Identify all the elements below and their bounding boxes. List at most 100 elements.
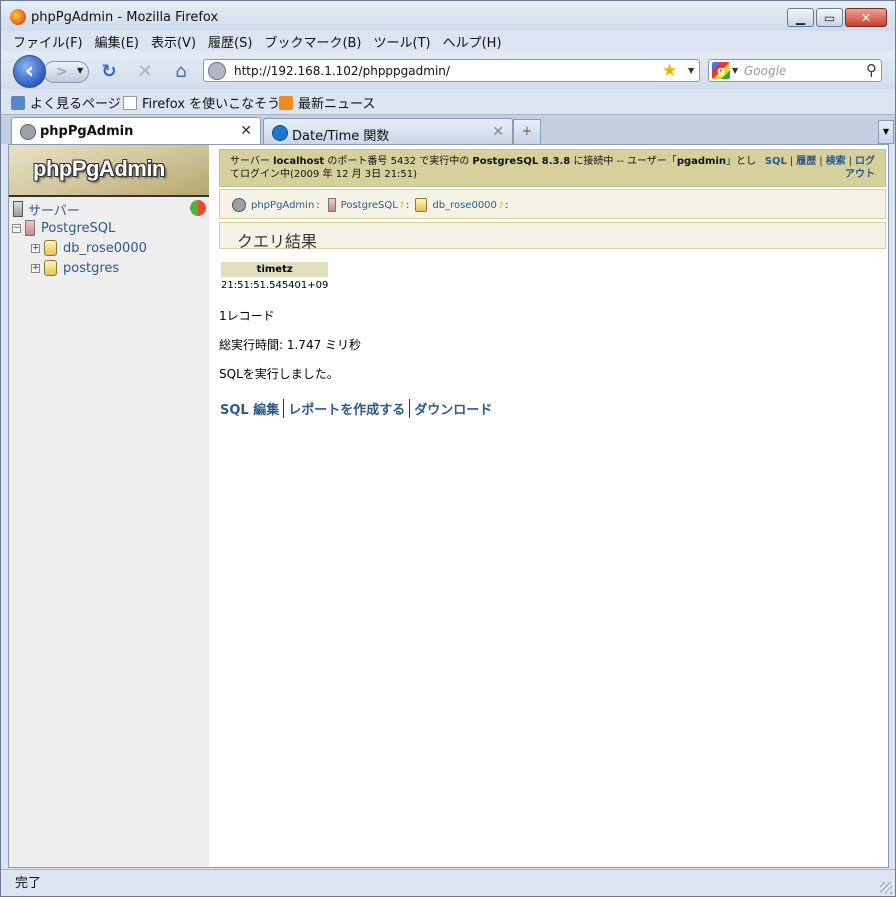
history-dropdown-icon[interactable]: ▼ xyxy=(77,66,83,75)
forward-button[interactable]: > ▼ xyxy=(43,61,89,83)
connection-info-bar: サーバー localhost のポート番号 5432 で実行中の Postgre… xyxy=(219,149,886,187)
history-link[interactable]: 履歴 xyxy=(796,156,816,167)
sql-link[interactable]: SQL xyxy=(765,156,787,167)
maximize-button[interactable]: ▭ xyxy=(816,8,843,27)
info-product: PostgreSQL 8.3.8 xyxy=(472,156,571,167)
status-text: 完了 xyxy=(15,876,42,891)
menu-file[interactable]: ファイル(F) xyxy=(7,31,89,51)
most-visited-icon xyxy=(11,95,25,110)
search-engine-icon[interactable]: g xyxy=(712,62,730,79)
top-links: SQL | 履歴 | 検索 | ログ アウト xyxy=(764,156,875,180)
rss-icon xyxy=(279,95,293,110)
menu-bar: ファイル(F) 編集(E) 表示(V) 履歴(S) ブックマーク(B) ツール(… xyxy=(1,31,895,51)
tree-server-postgresql[interactable]: − PostgreSQL xyxy=(12,218,115,238)
bookmark-label: Firefox を使いこなそう xyxy=(142,97,281,112)
title-bar: phpPgAdmin - Mozilla Firefox ▁ ▭ ✕ xyxy=(1,1,895,31)
connection-info: サーバー localhost のポート番号 5432 で実行中の Postgre… xyxy=(230,155,760,181)
menu-edit[interactable]: 編集(E) xyxy=(89,31,145,51)
breadcrumb-root[interactable]: phpPgAdmin xyxy=(251,200,314,211)
elephant-icon xyxy=(20,124,36,140)
result-table: timetz 21:51:51.545401+09 xyxy=(221,262,329,291)
refresh-icon[interactable] xyxy=(190,200,206,216)
window-title: phpPgAdmin - Mozilla Firefox xyxy=(31,10,219,25)
address-url[interactable]: http://192.168.1.102/phpppgadmin/ xyxy=(234,64,450,78)
search-link[interactable]: 検索 xyxy=(826,156,846,167)
download-link[interactable]: ダウンロード xyxy=(409,399,496,418)
table-header-row: timetz xyxy=(221,262,329,277)
menu-bookmarks[interactable]: ブックマーク(B) xyxy=(258,31,367,51)
servers-label: サーバー xyxy=(28,203,80,219)
page-content: phpPgAdmin サーバー − PostgreSQL + db_rose00… xyxy=(8,144,889,868)
database-icon xyxy=(44,260,57,276)
search-icon[interactable]: ⚲ xyxy=(866,61,877,79)
maximize-icon: ▭ xyxy=(823,10,836,25)
menu-history[interactable]: 履歴(S) xyxy=(202,31,258,51)
bookmark-getting-started[interactable]: Firefox を使いこなそう xyxy=(123,93,280,112)
table-cell: 21:51:51.545401+09 xyxy=(221,280,329,291)
back-button[interactable]: ‹ xyxy=(13,55,46,88)
tab-strip: phpPgAdmin ✕ Date/Time 関数 ✕ + ▼ xyxy=(1,114,895,145)
postgresql-doc-icon xyxy=(272,125,288,141)
forward-arrow-icon: > xyxy=(56,64,68,80)
minimize-button[interactable]: ▁ xyxy=(787,8,814,27)
bookmark-most-visited[interactable]: よく見るページ xyxy=(11,93,121,112)
tab-label: Date/Time 関数 xyxy=(292,129,390,144)
site-favicon-icon xyxy=(208,62,226,80)
collapse-icon[interactable]: − xyxy=(12,223,21,233)
menu-view[interactable]: 表示(V) xyxy=(145,31,202,51)
bookmark-latest-news[interactable]: 最新ニュース xyxy=(279,93,375,112)
tab-datetime[interactable]: Date/Time 関数 ✕ xyxy=(263,118,513,145)
breadcrumb-server[interactable]: PostgreSQL xyxy=(341,200,398,211)
tab-list-button[interactable]: ▼ xyxy=(878,120,894,144)
bookmark-star-icon[interactable]: ★ xyxy=(662,61,677,81)
bookmarks-toolbar: よく見るページ Firefox を使いこなそう 最新ニュース xyxy=(1,89,895,113)
status-bar: 完了 xyxy=(1,869,895,896)
logout-link-part2[interactable]: アウト xyxy=(845,169,875,180)
server-icon xyxy=(327,198,336,212)
url-dropdown-icon[interactable]: ▼ xyxy=(688,66,694,75)
reload-icon[interactable]: ↻ xyxy=(99,62,119,82)
menu-tools[interactable]: ツール(T) xyxy=(368,31,437,51)
tab-close-icon[interactable]: ✕ xyxy=(492,124,504,140)
logout-link-part1[interactable]: ログ xyxy=(855,156,875,167)
new-tab-button[interactable]: + xyxy=(513,119,541,144)
breadcrumb-separator: : xyxy=(316,199,320,211)
window-controls: ▁ ▭ ✕ xyxy=(787,8,887,27)
help-icon[interactable]: ? xyxy=(400,201,404,210)
expand-icon[interactable]: + xyxy=(31,243,40,253)
table-row: 21:51:51.545401+09 xyxy=(221,277,328,291)
address-bar[interactable]: http://192.168.1.102/phpppgadmin/ ★ ▼ xyxy=(203,59,700,82)
tree-db-rose0000[interactable]: + db_rose0000 xyxy=(31,238,147,258)
expand-icon[interactable]: + xyxy=(31,263,40,273)
search-engine-dropdown-icon[interactable]: ▼ xyxy=(732,66,738,75)
logo-text: phpPgAdmin xyxy=(33,156,165,181)
chevron-down-icon: ▼ xyxy=(882,127,890,136)
resize-grip-icon[interactable] xyxy=(880,882,892,894)
column-header: timetz xyxy=(221,262,329,277)
phppgadmin-logo[interactable]: phpPgAdmin xyxy=(9,145,209,197)
database-label: db_rose0000 xyxy=(63,240,147,256)
tree-db-postgres[interactable]: + postgres xyxy=(31,258,119,278)
action-links: SQL 編集 レポートを作成する ダウンロード xyxy=(220,399,496,418)
home-icon[interactable]: ⌂ xyxy=(171,62,191,82)
close-icon: ✕ xyxy=(860,10,872,25)
tab-close-icon[interactable]: ✕ xyxy=(240,123,252,139)
breadcrumb-database[interactable]: db_rose0000 xyxy=(432,200,497,211)
edit-sql-link[interactable]: SQL 編集 xyxy=(220,399,283,418)
search-bar[interactable]: g ▼ Google ⚲ xyxy=(708,59,882,82)
create-report-link[interactable]: レポートを作成する xyxy=(283,399,409,418)
close-button[interactable]: ✕ xyxy=(845,8,887,27)
menu-help[interactable]: ヘルプ(H) xyxy=(437,31,508,51)
tree-servers[interactable]: サーバー xyxy=(13,199,80,219)
minimize-icon: ▁ xyxy=(795,10,806,25)
elephant-icon xyxy=(232,198,246,212)
tab-phppgadmin[interactable]: phpPgAdmin ✕ xyxy=(11,117,261,145)
help-icon[interactable]: ? xyxy=(499,201,503,210)
search-placeholder[interactable]: Google xyxy=(744,64,786,78)
page-icon xyxy=(123,95,137,110)
browser-window: phpPgAdmin - Mozilla Firefox ▁ ▭ ✕ ファイル(… xyxy=(0,0,896,897)
stop-icon[interactable]: ✕ xyxy=(135,62,155,82)
database-icon xyxy=(415,198,428,212)
new-tab-icon: + xyxy=(521,124,533,139)
page-title: クエリ結果 xyxy=(237,232,318,251)
